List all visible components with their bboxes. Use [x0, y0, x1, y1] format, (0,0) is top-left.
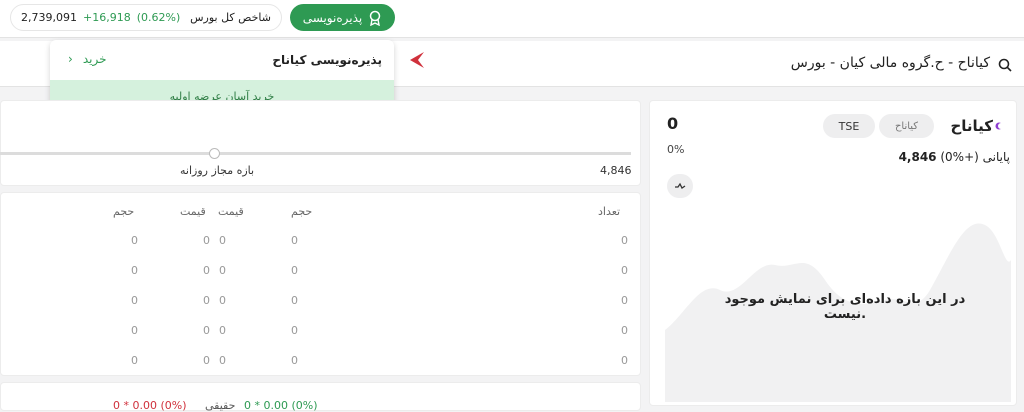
cell-buy-volume: 0	[291, 294, 298, 307]
header-sell-price: قیمت	[180, 205, 206, 218]
individual-label: حقیقی	[205, 399, 236, 412]
symbol-badge-name[interactable]: کیاناح	[879, 114, 934, 138]
cell-buy-volume: 0	[291, 354, 298, 367]
subscribe-button-label: پذیره‌نویسی	[302, 10, 363, 25]
closing-pct: (0%+)	[940, 150, 979, 164]
cell-count: 0	[621, 294, 628, 307]
index-value: 2,739,091	[21, 11, 77, 24]
award-icon	[369, 10, 381, 26]
sparkline-icon	[675, 182, 686, 189]
cell-sell-price: 0	[203, 264, 210, 277]
range-slider-handle[interactable]	[209, 148, 220, 159]
market-index-pill[interactable]: 2,739,091 +16,918 (0.62%) شاخص کل بورس	[10, 4, 282, 31]
chart-toggle-button[interactable]	[667, 174, 693, 198]
last-percent: 0%	[667, 143, 685, 156]
arrow-left-icon	[410, 52, 424, 68]
orderbook-card	[0, 192, 641, 376]
cell-sell-price: 0	[203, 294, 210, 307]
symbol-name: کیاناح	[950, 117, 993, 135]
cell-count: 0	[621, 324, 628, 337]
cell-sell-volume: 0	[131, 354, 138, 367]
header-buy-volume: حجم	[291, 205, 313, 218]
cell-count: 0	[621, 354, 628, 367]
cell-buy-price: 0	[219, 264, 226, 277]
chevron-left-icon: ›	[68, 52, 73, 66]
cell-sell-price: 0	[203, 324, 210, 337]
index-change: +16,918	[82, 11, 131, 24]
header-count: تعداد	[598, 205, 621, 218]
index-percent: (0.62%)	[136, 11, 181, 24]
range-label: بازه مجاز روزانه	[180, 164, 255, 177]
cell-sell-volume: 0	[131, 294, 138, 307]
buy-label: خرید	[82, 52, 107, 66]
trader-stats-card	[0, 382, 641, 411]
no-data-message: در این بازه داده‌ای برای نمایش موجود نیس…	[724, 292, 966, 322]
symbol-logo-icon	[995, 122, 1004, 130]
cell-count: 0	[621, 264, 628, 277]
buyer-stat: 0 * 0.00 (0%)	[244, 399, 318, 412]
range-slider-track[interactable]	[0, 152, 631, 155]
search-icon[interactable]	[998, 58, 1012, 72]
cell-sell-volume: 0	[131, 324, 138, 337]
cell-buy-volume: 0	[291, 324, 298, 337]
index-label: شاخص کل بورس	[190, 11, 271, 24]
last-price: 0	[667, 114, 679, 133]
cell-sell-volume: 0	[131, 234, 138, 247]
cell-buy-volume: 0	[291, 234, 298, 247]
closing-value: 4,846	[898, 150, 937, 164]
cell-buy-price: 0	[219, 324, 226, 337]
daily-range-card	[0, 100, 641, 186]
cell-buy-price: 0	[219, 354, 226, 367]
subscribe-button[interactable]: پذیره‌نویسی	[290, 4, 395, 31]
seller-stat: 0 * 0.00 (0%)	[113, 399, 187, 412]
dropdown-buy-link[interactable]: › خرید	[68, 52, 107, 66]
cell-sell-price: 0	[203, 354, 210, 367]
search-title[interactable]: کیاناح - ح.گروه مالی کیان - بورس	[791, 55, 990, 71]
cell-buy-volume: 0	[291, 264, 298, 277]
closing-label: پایانی	[982, 150, 1010, 164]
cell-buy-price: 0	[219, 294, 226, 307]
cell-sell-volume: 0	[131, 264, 138, 277]
header-sell-volume: حجم	[113, 205, 135, 218]
range-value: 4,846	[600, 164, 632, 177]
cell-sell-price: 0	[203, 234, 210, 247]
cell-count: 0	[621, 234, 628, 247]
dropdown-title: پذیره‌نویسی کیاناح	[272, 53, 382, 67]
header-buy-price: قیمت	[218, 205, 244, 218]
closing-status: 4,846 (0%+) پایانی	[899, 150, 1010, 164]
market-badge[interactable]: TSE	[823, 114, 875, 138]
cell-buy-price: 0	[219, 234, 226, 247]
